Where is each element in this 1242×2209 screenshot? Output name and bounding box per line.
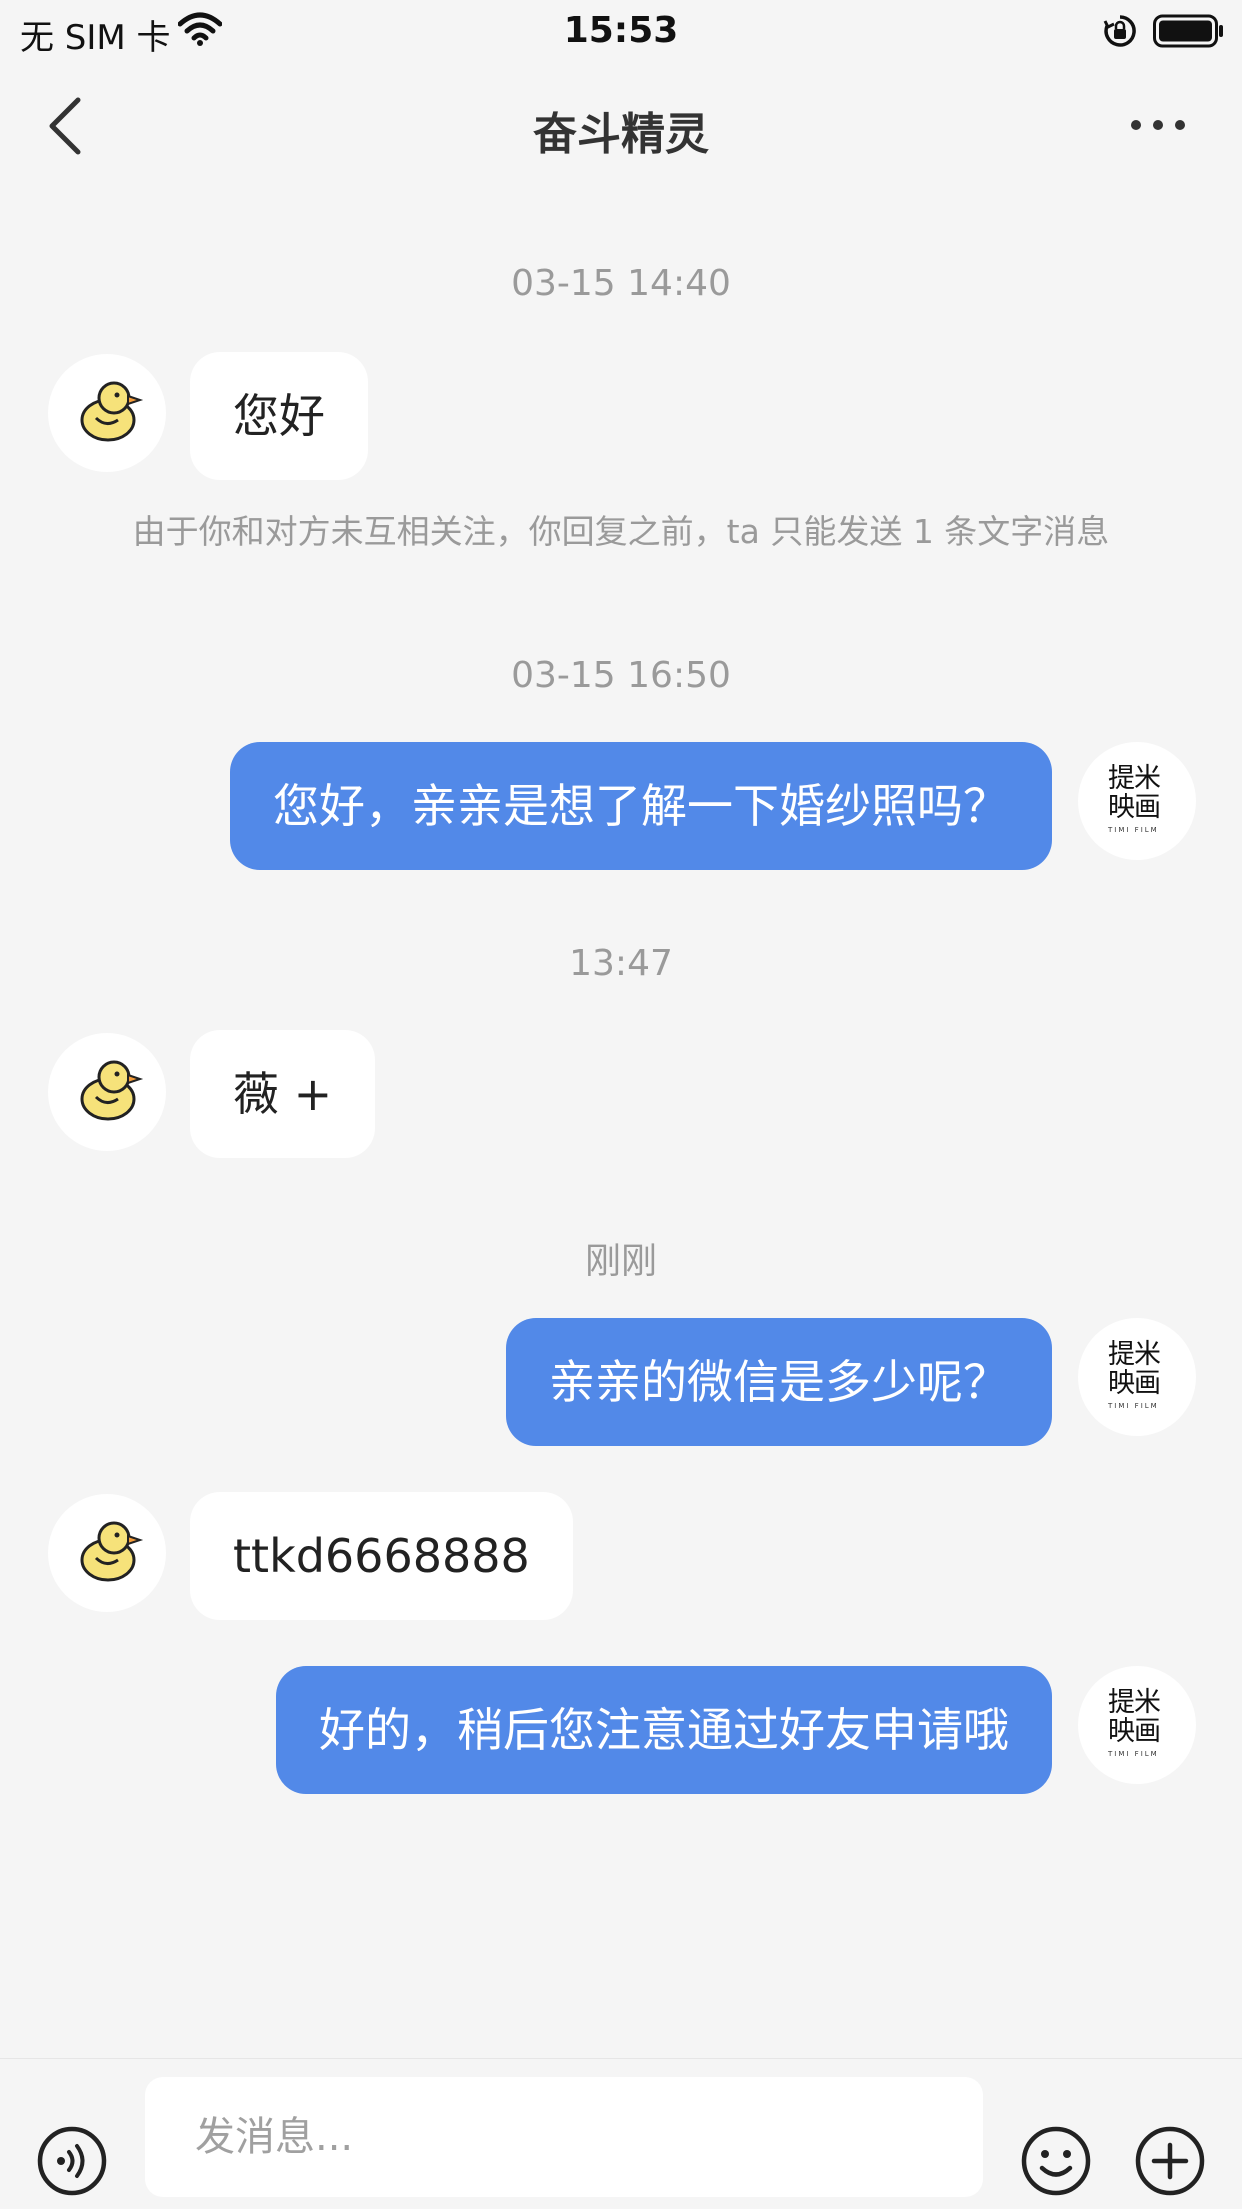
- brand-line-1: 提米: [1108, 1339, 1161, 1370]
- duck-avatar-icon: [80, 1060, 144, 1121]
- brand-line-2: 映画: [1108, 792, 1161, 823]
- my-avatar[interactable]: 提米 映画 TIMI FILM: [1078, 1318, 1196, 1436]
- voice-button[interactable]: [36, 2125, 108, 2197]
- contact-avatar[interactable]: [48, 1033, 166, 1151]
- duck-avatar-icon: [80, 1521, 144, 1582]
- emoji-button[interactable]: [1020, 2125, 1092, 2197]
- brand-line-2: 映画: [1108, 1716, 1161, 1747]
- more-actions-button[interactable]: [1134, 2125, 1206, 2197]
- brand-line-2: 映画: [1108, 1368, 1161, 1399]
- brand-subtitle: TIMI FILM: [1108, 1402, 1159, 1410]
- plus-icon: [1135, 2126, 1205, 2196]
- nav-bar: 奋斗精灵: [0, 70, 1242, 180]
- rotation-lock-icon: [1103, 14, 1137, 52]
- emoji-icon: [1021, 2126, 1091, 2196]
- brand-line-1: 提米: [1108, 763, 1161, 794]
- more-dots-icon: [1131, 120, 1185, 130]
- incoming-message-bubble: ttkd6668888: [190, 1492, 573, 1620]
- timestamp: 刚刚: [584, 1241, 657, 1282]
- brand-logo: 提米 映画 TIMI FILM: [1078, 1666, 1196, 1784]
- incoming-message-bubble: 薇 +: [190, 1030, 376, 1158]
- duck-avatar-icon: [80, 381, 144, 442]
- incoming-message-bubble: 您好: [190, 352, 368, 480]
- follow-notice: 由于你和对方未互相关注，你回复之前，ta 只能发送 1 条文字消息: [132, 512, 1110, 551]
- brand-logo: 提米 映画 TIMI FILM: [1078, 742, 1196, 860]
- more-button[interactable]: [1128, 110, 1188, 140]
- timestamp: 13:47: [569, 943, 673, 984]
- brand-subtitle: TIMI FILM: [1108, 826, 1159, 834]
- brand-logo: 提米 映画 TIMI FILM: [1078, 1318, 1196, 1436]
- outgoing-message-bubble: 好的，稍后您注意通过好友申请哦: [276, 1666, 1052, 1794]
- voice-icon: [37, 2126, 107, 2196]
- contact-avatar[interactable]: [48, 1494, 166, 1612]
- message-input[interactable]: [145, 2077, 983, 2197]
- battery-icon: [1153, 14, 1225, 52]
- outgoing-message-bubble: 您好，亲亲是想了解一下婚纱照吗？: [230, 742, 1052, 870]
- brand-subtitle: TIMI FILM: [1108, 1750, 1159, 1758]
- my-avatar[interactable]: 提米 映画 TIMI FILM: [1078, 1666, 1196, 1784]
- outgoing-message-bubble: 亲亲的微信是多少呢？: [506, 1318, 1052, 1446]
- my-avatar[interactable]: 提米 映画 TIMI FILM: [1078, 742, 1196, 860]
- status-bar: 无 SIM 卡 15:53: [0, 0, 1242, 62]
- page-title: 奋斗精灵: [533, 109, 709, 160]
- timestamp: 03-15 14:40: [511, 263, 731, 304]
- timestamp: 03-15 16:50: [511, 655, 731, 696]
- status-time: 15:53: [563, 10, 679, 51]
- message-input-bar: [0, 2058, 1242, 2209]
- brand-line-1: 提米: [1108, 1687, 1161, 1718]
- contact-avatar[interactable]: [48, 354, 166, 472]
